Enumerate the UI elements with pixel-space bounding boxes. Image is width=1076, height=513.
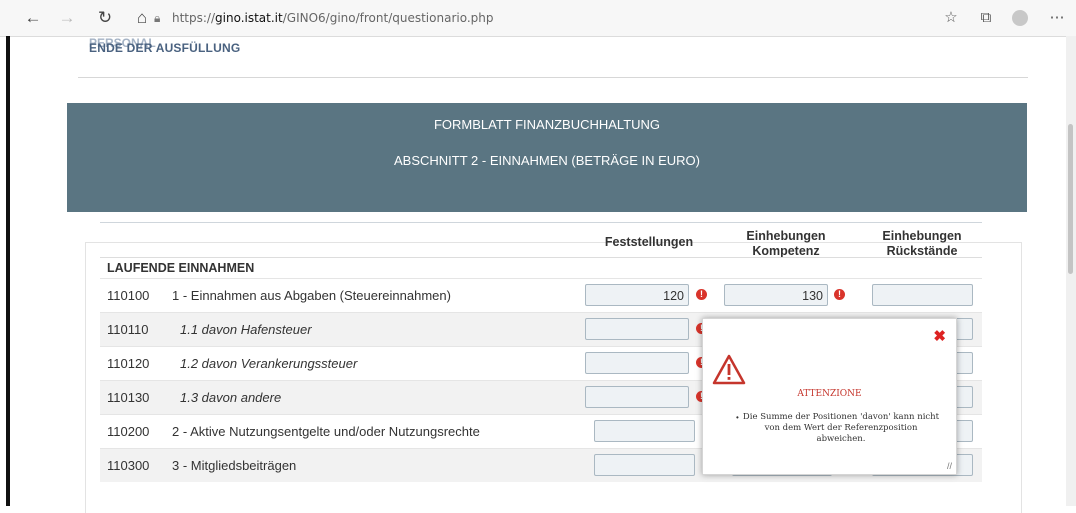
row-code: 110120 <box>107 356 150 371</box>
url-path: /GINO6/gino/front/questionario.php <box>282 11 494 25</box>
header-einhebungen-rueckstaende: Einhebungen Rückstände <box>862 229 982 259</box>
forward-icon[interactable]: → <box>56 7 78 29</box>
refresh-icon[interactable]: ↻ <box>94 7 116 29</box>
address-bar[interactable]: 🔒︎ https://gino.istat.it/GINO6/gino/fron… <box>154 7 932 29</box>
url-host: gino.istat.it <box>215 11 283 25</box>
row-description: 3 - Mitgliedsbeiträgen <box>172 458 297 473</box>
row-description: 1 - Einnahmen aus Abgaben (Steuereinnahm… <box>172 288 451 303</box>
row-description: 2 - Aktive Nutzungsentgelte und/oder Nut… <box>172 424 480 439</box>
resize-grip-icon[interactable]: // <box>947 461 952 471</box>
feststellungen-input[interactable]: 120 <box>585 284 689 306</box>
feststellungen-input[interactable] <box>594 420 695 442</box>
row-code: 110110 <box>107 322 149 337</box>
row-description: 1.3 davon andere <box>180 390 282 405</box>
back-icon[interactable]: ← <box>22 7 44 29</box>
feststellungen-input[interactable] <box>585 386 689 408</box>
dialog-title: ATTENZIONE <box>797 389 862 399</box>
section-title: LAUFENDE EINNAHMEN <box>100 257 982 278</box>
header-col2-line1: Einhebungen <box>746 229 826 243</box>
alert-triangle-icon <box>712 354 746 385</box>
row-code: 110130 <box>107 390 150 405</box>
header-einhebungen-kompetenz: Einhebungen Kompetenz <box>726 229 846 259</box>
lock-icon: 🔒︎ <box>154 11 161 25</box>
scrollbar-thumb[interactable] <box>1068 124 1073 274</box>
favorites-star-icon[interactable]: ☆ <box>940 7 962 29</box>
feststellungen-input[interactable] <box>585 318 689 340</box>
table-row: 110100 1 - Einnahmen aus Abgaben (Steuer… <box>100 278 982 312</box>
row-description: 1.1 davon Hafensteuer <box>180 322 312 337</box>
banner-title: FORMBLATT FINANZBUCHHALTUNG <box>433 117 661 132</box>
kompetenz-input[interactable]: 130 <box>724 284 828 306</box>
profile-avatar[interactable] <box>1012 10 1028 26</box>
feststellungen-input[interactable] <box>585 352 689 374</box>
browser-toolbar: ← → ↻ ⌂ 🔒︎ https://gino.istat.it/GINO6/g… <box>0 0 1076 37</box>
home-icon[interactable]: ⌂ <box>131 7 153 29</box>
form-banner: FORMBLATT FINANZBUCHHALTUNG ABSCHNITT 2 … <box>67 103 1027 212</box>
table-header: Feststellungen Einhebungen Kompetenz Ein… <box>100 222 982 259</box>
bullet-icon: • <box>736 413 739 422</box>
warning-icon[interactable]: ! <box>696 289 707 300</box>
dialog-message: Die Summe der Positionen 'davon' kann ni… <box>742 412 940 444</box>
close-icon[interactable]: ✖ <box>933 327 946 345</box>
header-feststellungen: Feststellungen <box>604 235 694 249</box>
url-prefix: https:// <box>172 11 216 25</box>
page-scrollbar[interactable] <box>1066 36 1076 506</box>
row-description: 1.2 davon Verankerungssteuer <box>180 356 358 371</box>
warning-icon[interactable]: ! <box>834 289 845 300</box>
banner-subtitle: ABSCHNITT 2 - EINNAHMEN (BETRÄGE IN EURO… <box>393 153 700 168</box>
feststellungen-input[interactable] <box>594 454 695 476</box>
divider <box>78 77 1028 78</box>
warning-dialog: ✖ ATTENZIONE • Die Summe der Positionen … <box>702 318 957 475</box>
row-code: 110200 <box>107 424 150 439</box>
row-code: 110300 <box>107 458 150 473</box>
more-menu-icon[interactable]: ⋯ <box>1046 7 1068 29</box>
end-of-filling-link[interactable]: ENDE DER AUSFÜLLUNG <box>89 41 240 55</box>
header-col3-line1: Einhebungen <box>882 229 962 243</box>
row-code: 110100 <box>107 288 150 303</box>
collections-icon[interactable]: ⧉ <box>975 7 997 29</box>
rueckstaende-input[interactable] <box>872 284 973 306</box>
